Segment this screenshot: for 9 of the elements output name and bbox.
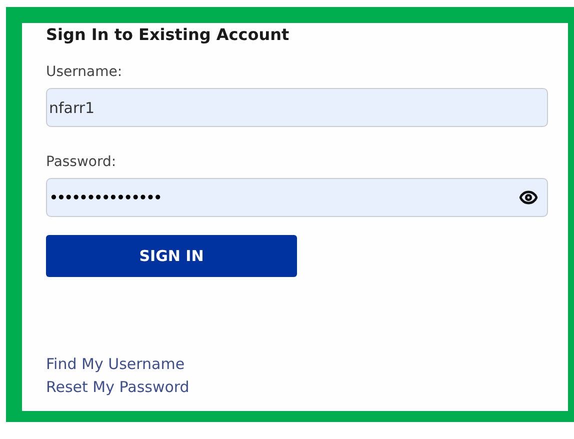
sign-in-button[interactable]: SIGN IN [46, 235, 297, 277]
account-link[interactable]: Reset My Password [46, 378, 190, 396]
account-link[interactable]: Find My Username [46, 355, 185, 373]
password-field[interactable]: ••••••••••••••• [46, 178, 548, 217]
username-label: Username: [46, 64, 124, 82]
username-field[interactable]: nfarr1 [46, 88, 548, 127]
form-title: Sign In to Existing Account [46, 25, 290, 46]
eye-icon[interactable] [519, 188, 538, 207]
password-label: Password: [46, 154, 118, 172]
